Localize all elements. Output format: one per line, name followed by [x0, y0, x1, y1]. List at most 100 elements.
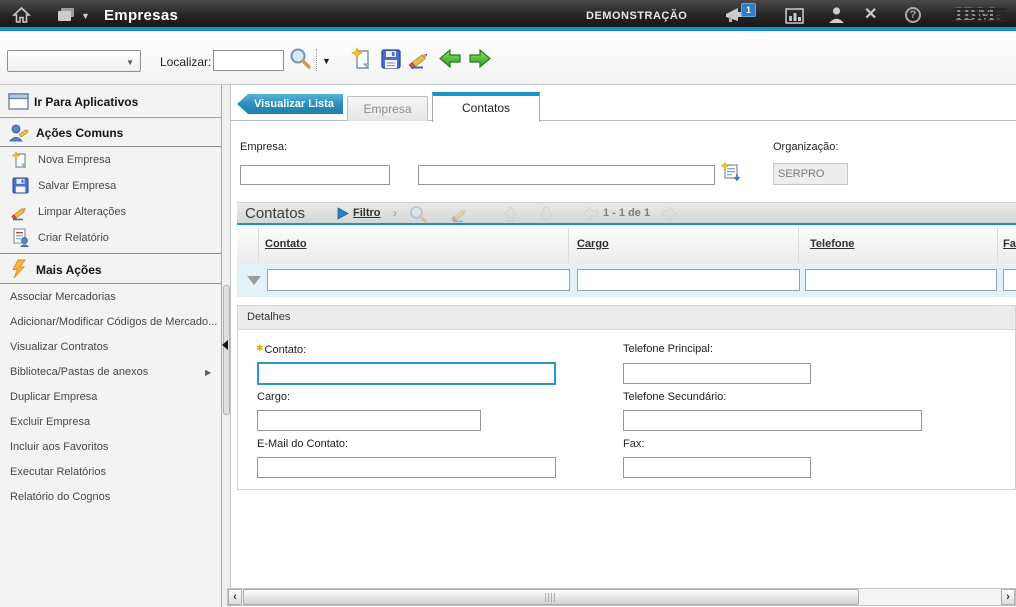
- row-collapse-icon[interactable]: [247, 276, 261, 285]
- sidebar-section-acoes-comuns: Ações Comuns: [0, 118, 221, 147]
- main-content: Visualizar Lista Empresa Contatos Empres…: [231, 85, 1016, 607]
- common-actions-icon: [8, 123, 30, 146]
- column-header-contato[interactable]: Contato: [265, 238, 307, 250]
- sidebar-collapse-icon[interactable]: [222, 340, 228, 350]
- column-separator: [568, 227, 569, 263]
- tab-empresa[interactable]: Empresa: [347, 96, 428, 121]
- create-report-icon: [11, 228, 30, 250]
- organizacao-field: SERPRO: [773, 163, 848, 185]
- row-fax-input[interactable]: [1003, 269, 1016, 291]
- column-separator: [798, 227, 799, 263]
- localizar-input[interactable]: [213, 50, 284, 71]
- search-icon[interactable]: [288, 46, 312, 73]
- row-contato-input[interactable]: [267, 269, 570, 291]
- clear-changes-icon[interactable]: [408, 48, 432, 73]
- app-switcher-caret-icon[interactable]: ▼: [81, 11, 90, 21]
- detail-telefone-principal-label: Telefone Principal:: [623, 343, 713, 355]
- horizontal-scrollbar[interactable]: ‹ ›: [227, 588, 1016, 606]
- sidebar-item-adicionar-modificar-codigos[interactable]: Adicionar/Modificar Códigos de Mercado..…: [0, 309, 221, 334]
- save-icon: [12, 177, 29, 197]
- contacts-table-title: Contatos: [245, 205, 305, 222]
- scroll-right-icon[interactable]: ›: [1001, 589, 1015, 605]
- detail-fax-label: Fax:: [623, 438, 644, 450]
- filtro-link[interactable]: Filtro: [353, 207, 381, 219]
- detail-fax-input[interactable]: [623, 457, 811, 478]
- detail-telefone-secundario-label: Telefone Secundário:: [623, 391, 726, 403]
- toolbar-separator: [316, 49, 317, 71]
- localizar-label: Localizar:: [160, 55, 211, 69]
- detail-contato-input[interactable]: [257, 362, 556, 385]
- column-separator: [997, 227, 998, 263]
- visualizar-lista-button[interactable]: Visualizar Lista: [237, 94, 343, 114]
- app-switcher-select[interactable]: ▼: [7, 50, 141, 72]
- sidebar-item-visualizar-contratos[interactable]: Visualizar Contratos: [0, 334, 221, 359]
- column-separator: [258, 227, 259, 263]
- detail-telefone-principal-input[interactable]: [623, 363, 811, 384]
- reports-chart-icon[interactable]: [785, 8, 804, 27]
- sidebar-item-ir-para-aplicativos[interactable]: Ir Para Aplicativos: [0, 85, 221, 118]
- detail-email-label: E-Mail do Contato:: [257, 438, 348, 450]
- home-icon[interactable]: [12, 6, 31, 28]
- contacts-table-row: [237, 263, 1016, 297]
- empresa-label: Empresa:: [240, 141, 287, 153]
- sidebar-item-salvar-empresa[interactable]: Salvar Empresa: [0, 173, 221, 199]
- column-header-telefone[interactable]: Telefone: [810, 238, 854, 250]
- environment-label: DEMONSTRAÇÃO: [586, 10, 687, 22]
- search-options-caret-icon[interactable]: ▼: [322, 56, 331, 66]
- select-caret-icon: ▼: [126, 58, 134, 67]
- sidebar-item-excluir-empresa[interactable]: Excluir Empresa: [0, 409, 221, 434]
- column-header-fax[interactable]: Fax: [1003, 238, 1016, 250]
- detail-cargo-label: Cargo:: [257, 391, 290, 403]
- previous-record-icon[interactable]: [439, 48, 462, 72]
- horizontal-scrollbar-thumb[interactable]: [243, 589, 859, 605]
- sidebar-item-limpar-alteracoes[interactable]: Limpar Alterações: [0, 199, 221, 225]
- empresa-description-input[interactable]: [418, 165, 715, 185]
- next-row-icon-disabled: [538, 206, 555, 225]
- app-switcher-icon[interactable]: [57, 7, 79, 28]
- ibm-logo: IBM®: [955, 6, 1000, 23]
- contacts-table-header: Contato Cargo Telefone Fax: [237, 227, 1016, 263]
- sidebar-scrollbar-thumb[interactable]: [223, 285, 230, 415]
- long-description-icon[interactable]: [721, 161, 741, 185]
- row-telefone-input[interactable]: [805, 269, 997, 291]
- new-record-icon[interactable]: [351, 47, 374, 74]
- sidebar-item-executar-relatorios[interactable]: Executar Relatórios: [0, 459, 221, 484]
- filter-chevron-icon: ›: [393, 206, 397, 220]
- detail-cargo-input[interactable]: [257, 410, 481, 431]
- empresa-code-input[interactable]: [240, 165, 390, 185]
- detail-telefone-secundario-input[interactable]: [623, 410, 922, 431]
- contacts-table-titlebar: Contatos Filtro › 1 - 1 de 1: [237, 202, 1016, 225]
- previous-row-icon-disabled: [502, 206, 519, 225]
- submenu-arrow-icon: ▶: [205, 368, 211, 377]
- app-header: ▼ Empresas DEMONSTRAÇÃO 1 ✕ ? IBM®: [0, 0, 1016, 31]
- previous-page-icon-disabled: [583, 206, 599, 224]
- lightning-icon: [11, 259, 28, 282]
- sidebar-item-associar-mercadorias[interactable]: Associar Mercadorias: [0, 284, 221, 309]
- save-icon[interactable]: [380, 48, 402, 73]
- profile-icon[interactable]: [828, 6, 845, 27]
- pagination-text: 1 - 1 de 1: [603, 207, 650, 219]
- next-record-icon[interactable]: [468, 48, 491, 72]
- details-section: ✱Contato: Telefone Principal: Cargo: Tel…: [237, 330, 1016, 490]
- detail-email-input[interactable]: [257, 457, 556, 478]
- column-header-cargo[interactable]: Cargo: [577, 238, 609, 250]
- notification-badge: 1: [741, 3, 756, 17]
- table-search-icon-disabled: [408, 204, 428, 227]
- sidebar-item-relatorio-do-cognos[interactable]: Relatório do Cognos: [0, 484, 221, 509]
- sidebar-item-incluir-aos-favoritos[interactable]: Incluir aos Favoritos: [0, 434, 221, 459]
- close-icon[interactable]: ✕: [864, 7, 877, 23]
- filter-expand-icon[interactable]: [337, 207, 349, 223]
- scroll-left-icon[interactable]: ‹: [228, 589, 242, 605]
- details-section-header: Detalhes: [237, 305, 1016, 330]
- sidebar-section-mais-acoes: Mais Ações: [0, 253, 221, 284]
- tab-contatos[interactable]: Contatos: [432, 92, 540, 122]
- applications-window-icon: [8, 93, 29, 113]
- organizacao-label: Organização:: [773, 141, 838, 153]
- row-cargo-input[interactable]: [577, 269, 800, 291]
- sidebar-item-nova-empresa[interactable]: Nova Empresa: [0, 147, 221, 173]
- help-icon[interactable]: ?: [905, 7, 921, 23]
- clear-changes-icon: [10, 203, 30, 224]
- sidebar-item-biblioteca-pastas-anexos[interactable]: Biblioteca/Pastas de anexos ▶: [0, 359, 221, 384]
- sidebar-item-duplicar-empresa[interactable]: Duplicar Empresa: [0, 384, 221, 409]
- sidebar-item-criar-relatorio[interactable]: Criar Relatório: [0, 225, 221, 251]
